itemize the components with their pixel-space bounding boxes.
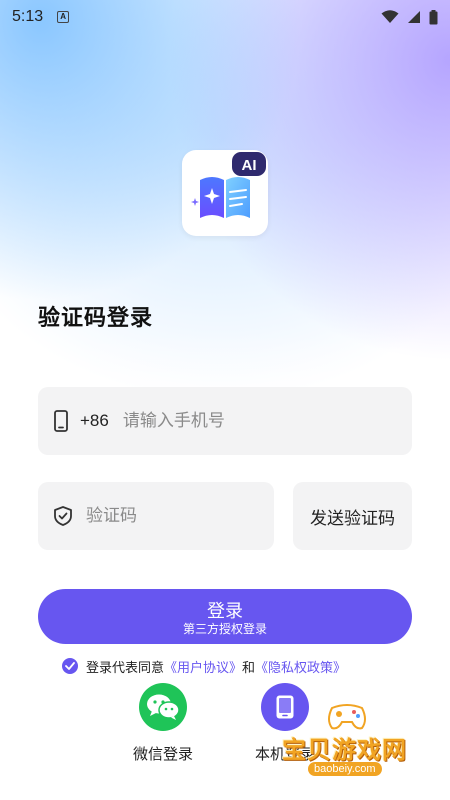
login-button-label: 登录	[207, 600, 243, 622]
page-title: 验证码登录	[38, 306, 154, 331]
agreement-row: 登录代表同意 《用户协议》 和 《隐私权政策》	[62, 656, 346, 676]
login-button[interactable]: 登录 第三方授权登录	[38, 589, 412, 644]
agreement-checkbox[interactable]	[62, 658, 78, 674]
gamepad-icon	[328, 704, 366, 730]
watermark-url: baobeiy.com	[308, 762, 382, 776]
shield-icon	[54, 506, 72, 526]
phone-icon	[54, 410, 68, 432]
status-icons	[381, 9, 438, 25]
phone-input[interactable]	[122, 411, 323, 431]
country-code[interactable]: +86	[80, 411, 109, 431]
third-party-login-label[interactable]: 第三方授权登录	[183, 622, 267, 636]
privacy-policy-link[interactable]: 《隐私权政策》	[255, 657, 346, 676]
signal-icon	[408, 11, 420, 23]
logo-badge-text: AI	[242, 157, 257, 174]
agreement-and: 和	[242, 660, 256, 676]
status-bar: 5:13 A	[0, 0, 450, 34]
watermark: 宝贝游戏网 baobeiy.com	[272, 700, 442, 790]
wechat-login[interactable]: 微信登录	[118, 683, 208, 764]
book-icon: AI	[191, 152, 266, 218]
code-input[interactable]	[86, 506, 236, 526]
wechat-icon	[147, 694, 180, 720]
check-icon	[65, 662, 75, 670]
status-time: 5:13	[12, 8, 44, 25]
send-code-button[interactable]: 发送验证码	[293, 482, 412, 550]
battery-icon	[429, 9, 438, 24]
app-logo: AI	[182, 150, 268, 236]
phone-field[interactable]: +86	[38, 387, 412, 455]
user-agreement-link[interactable]: 《用户协议》	[164, 657, 242, 676]
wifi-icon	[381, 10, 399, 23]
agreement-prefix: 登录代表同意	[86, 660, 165, 676]
watermark-text: 宝贝游戏网	[282, 736, 407, 764]
code-field[interactable]	[38, 482, 274, 550]
wechat-login-label[interactable]: 微信登录	[133, 743, 193, 764]
wechat-login-button[interactable]	[139, 683, 187, 731]
status-indicator: A	[57, 11, 70, 23]
